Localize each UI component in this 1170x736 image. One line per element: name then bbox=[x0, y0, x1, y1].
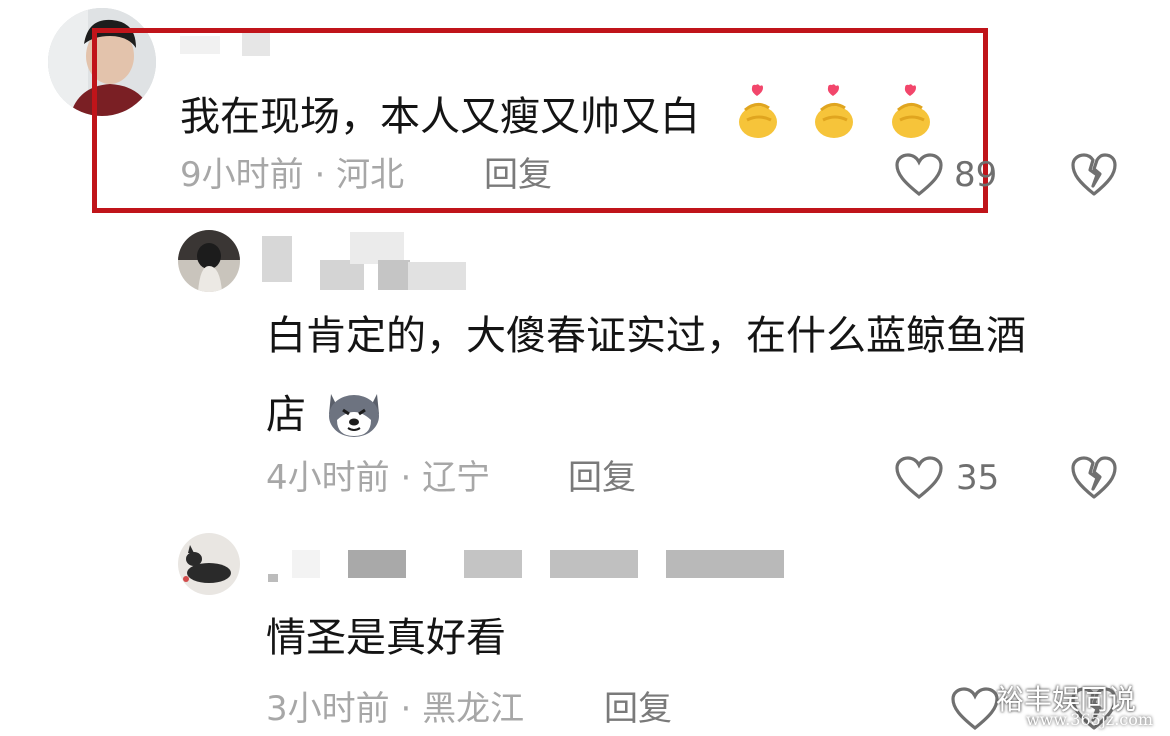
heart-icon bbox=[895, 153, 943, 197]
broken-heart-icon bbox=[1071, 153, 1117, 196]
comment-time: 9小时前 bbox=[180, 155, 304, 195]
meta-separator: · bbox=[389, 689, 423, 729]
finger-heart-icon bbox=[738, 84, 777, 138]
dislike-button[interactable] bbox=[1070, 455, 1118, 505]
comment-location: 河北 bbox=[336, 155, 405, 195]
username-blurred[interactable] bbox=[262, 550, 786, 582]
like-button[interactable]: 35 bbox=[894, 455, 1014, 503]
comment-meta: 3小时前 · 黑龙江 bbox=[266, 692, 524, 726]
comment-location: 黑龙江 bbox=[422, 689, 525, 729]
comment-time: 4小时前 bbox=[266, 458, 390, 498]
watermark-url: www.365jz.com bbox=[1026, 710, 1154, 729]
comment-meta: 4小时前 · 辽宁 bbox=[266, 461, 490, 495]
reply-button[interactable]: 回复 bbox=[568, 461, 636, 495]
broken-heart-icon bbox=[1071, 456, 1117, 499]
comment-time: 3小时前 bbox=[266, 689, 390, 729]
avatar-photo bbox=[178, 230, 240, 292]
comment-meta: 9小时前 · 河北 bbox=[180, 158, 404, 192]
heart-icon bbox=[951, 687, 999, 731]
comment-body: 店 bbox=[266, 392, 306, 438]
husky-emoji-icon bbox=[328, 394, 379, 437]
comment-body: 我在现场，本人又瘦又帅又白 bbox=[180, 94, 700, 140]
reply-button[interactable]: 回复 bbox=[484, 158, 552, 192]
finger-heart-icon bbox=[892, 84, 931, 138]
like-count: 89 bbox=[954, 155, 998, 195]
username-blurred[interactable] bbox=[262, 232, 466, 290]
comment-text: 情圣是真好看 bbox=[266, 615, 506, 661]
avatar[interactable] bbox=[178, 533, 240, 595]
heart-icon bbox=[895, 456, 943, 500]
like-button[interactable]: 89 bbox=[894, 152, 1004, 200]
comment-location: 辽宁 bbox=[422, 458, 491, 498]
meta-separator: · bbox=[389, 458, 423, 498]
dislike-button[interactable] bbox=[1070, 152, 1118, 202]
like-count: 35 bbox=[956, 458, 1000, 498]
avatar[interactable] bbox=[178, 230, 240, 292]
reply-button[interactable]: 回复 bbox=[604, 692, 672, 726]
meta-separator: · bbox=[303, 155, 337, 195]
comment-text: 我在现场，本人又瘦又帅又白 bbox=[180, 84, 934, 140]
finger-heart-icon bbox=[815, 84, 854, 138]
avatar-photo bbox=[178, 533, 240, 595]
like-button[interactable] bbox=[950, 686, 1000, 732]
comment-text: 白肯定的，大傻春证实过，在什么蓝鲸鱼酒 bbox=[266, 313, 1026, 359]
comment-text-line2: 店 bbox=[266, 386, 383, 438]
